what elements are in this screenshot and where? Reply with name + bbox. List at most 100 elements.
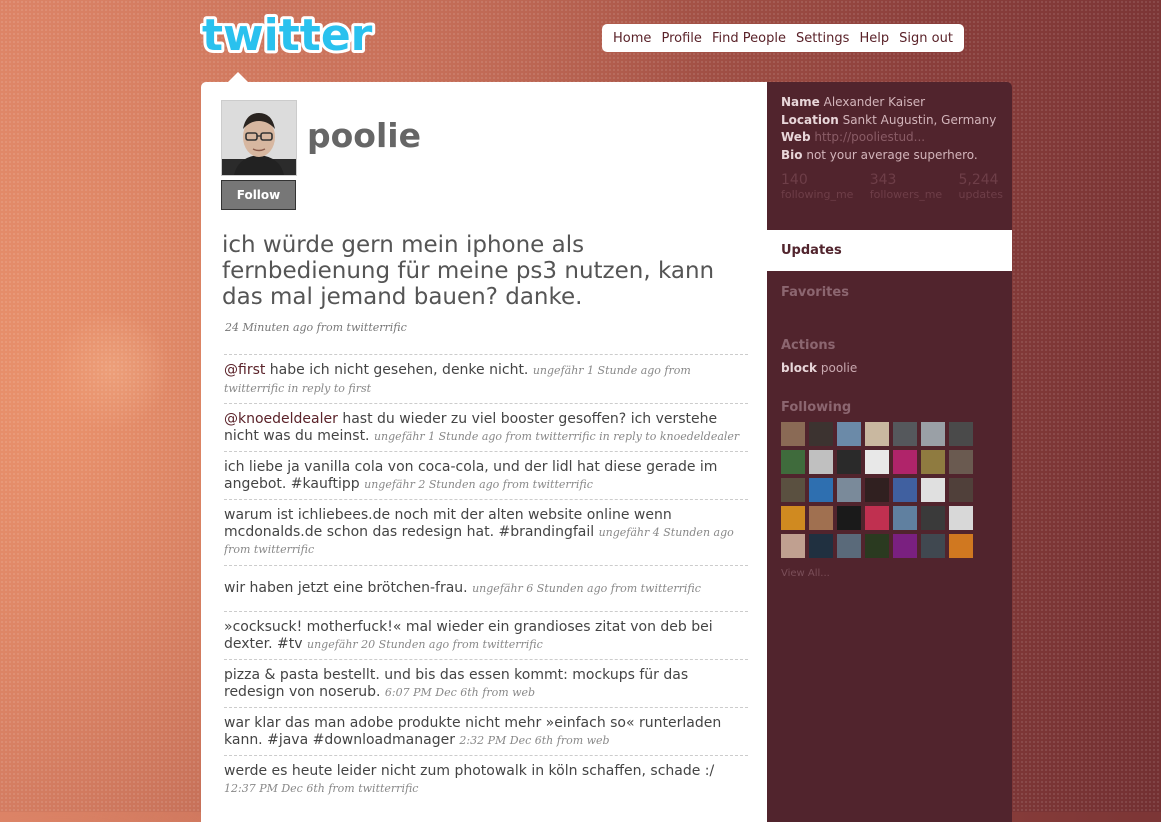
following-avatar[interactable] [865, 534, 889, 558]
mention-link[interactable]: @knoedeldealer [224, 411, 338, 427]
timeline-item: werde es heute leider nicht zum photowal… [224, 755, 748, 803]
following-avatar[interactable] [921, 478, 945, 502]
following-avatar[interactable] [809, 478, 833, 502]
following-avatar[interactable] [837, 534, 861, 558]
nav-profile-link[interactable]: Profile [662, 31, 702, 46]
following-avatar[interactable] [837, 506, 861, 530]
status-meta[interactable]: 12:37 PM Dec 6th from twitterrific [224, 782, 418, 795]
following-avatar[interactable] [893, 422, 917, 446]
timeline-item: war klar das man adobe produkte nicht me… [224, 707, 748, 755]
following-avatar[interactable] [893, 506, 917, 530]
nav-find-people-link[interactable]: Find People [712, 31, 786, 46]
timeline-item: »cocksuck! motherfuck!« mal wieder ein g… [224, 611, 748, 659]
following-avatar[interactable] [921, 506, 945, 530]
following-avatar[interactable] [921, 450, 945, 474]
avatar-portrait-icon [222, 101, 296, 175]
info-bio-label: Bio [781, 147, 803, 162]
following-avatar[interactable] [921, 422, 945, 446]
status-meta[interactable]: ungefähr 20 Stunden ago from twitterrifi… [307, 638, 543, 651]
following-avatar[interactable] [921, 534, 945, 558]
following-avatar[interactable] [809, 450, 833, 474]
info-location-label: Location [781, 112, 839, 127]
following-heading: Following [781, 400, 852, 415]
nav-help-link[interactable]: Help [859, 31, 889, 46]
timeline-item: pizza & pasta bestellt. und bis das esse… [224, 659, 748, 707]
info-location-row: Location Sankt Augustin, Germany [781, 112, 1003, 130]
timeline-item: @knoedeldealer hast du wieder zu viel bo… [224, 403, 748, 451]
profile-stats: 140 following_me 343 followers_me 5,244 upd… [781, 172, 1003, 201]
following-avatar[interactable] [949, 506, 973, 530]
top-navigation: Home Profile Find People Settings Help S… [602, 24, 964, 52]
status-text: wir haben jetzt eine brötchen-frau. [224, 579, 468, 596]
nav-settings-link[interactable]: Settings [796, 31, 849, 46]
nav-home-link[interactable]: Home [613, 31, 651, 46]
stat-following-label: following_me [781, 188, 854, 201]
profile-avatar[interactable] [221, 100, 297, 176]
tab-updates[interactable]: Updates [767, 230, 1012, 271]
following-avatar[interactable] [809, 422, 833, 446]
status-text: habe ich nicht gesehen, denke nicht. [265, 362, 529, 378]
stat-updates[interactable]: 5,244 updates [958, 172, 1003, 201]
profile-username: poolie [307, 116, 421, 155]
mention-link[interactable]: @first [224, 362, 265, 378]
following-avatar[interactable] [781, 450, 805, 474]
view-all-link[interactable]: View All... [781, 568, 830, 579]
nav-sign-out-link[interactable]: Sign out [899, 31, 953, 46]
following-avatar[interactable] [949, 534, 973, 558]
following-avatar[interactable] [949, 478, 973, 502]
following-avatar[interactable] [865, 506, 889, 530]
following-avatar[interactable] [837, 450, 861, 474]
following-avatar[interactable] [781, 534, 805, 558]
following-avatar[interactable] [893, 534, 917, 558]
block-username: poolie [820, 361, 858, 375]
stat-followers-count: 343 [869, 172, 897, 188]
following-avatar[interactable] [809, 506, 833, 530]
follow-button[interactable]: Follow [221, 180, 296, 210]
following-avatar[interactable] [837, 422, 861, 446]
following-avatar[interactable] [781, 478, 805, 502]
stat-following[interactable]: 140 following_me [781, 172, 853, 201]
following-avatar[interactable] [893, 478, 917, 502]
status-meta[interactable]: 6:07 PM Dec 6th from web [385, 686, 535, 699]
status-meta[interactable]: 2:32 PM Dec 6th from web [459, 734, 609, 747]
latest-status-meta[interactable]: 24 Minuten ago from twitterrific [225, 321, 407, 334]
stat-updates-count: 5,244 [958, 172, 999, 188]
following-avatar[interactable] [865, 450, 889, 474]
info-web-link[interactable]: http://pooliestud... [814, 130, 925, 144]
twitter-logo[interactable]: twitter twitter [200, 10, 380, 60]
tab-favorites[interactable]: Favorites [781, 285, 849, 300]
main-content: poolie Follow ich würde gern mein iphone… [201, 82, 767, 822]
following-avatar[interactable] [949, 422, 973, 446]
block-user-action[interactable]: block poolie [781, 361, 857, 375]
profile-sidebar: Name Alexander Kaiser Location Sankt Aug… [767, 82, 1012, 822]
timeline-item: @first habe ich nicht gesehen, denke nic… [224, 354, 748, 403]
stat-following-count: 140 [781, 172, 808, 188]
stat-updates-label: updates [958, 188, 1003, 201]
info-bio-value: not your average superhero. [806, 147, 978, 162]
info-name-value: Alexander Kaiser [823, 95, 926, 109]
following-avatar[interactable] [837, 478, 861, 502]
status-meta[interactable]: ungefähr 6 Stunden ago from twitterrific [472, 582, 701, 595]
following-avatar[interactable] [781, 422, 805, 446]
following-avatar[interactable] [781, 506, 805, 530]
following-avatar[interactable] [893, 450, 917, 474]
status-timeline: @first habe ich nicht gesehen, denke nic… [224, 354, 748, 803]
stat-followers[interactable]: 343 followers_me [870, 172, 942, 201]
status-text: werde es heute leider nicht zum photowal… [224, 763, 715, 779]
following-avatar[interactable] [865, 422, 889, 446]
following-avatar[interactable] [865, 478, 889, 502]
timeline-item: ich liebe ja vanilla cola von coca-cola,… [224, 451, 748, 499]
info-name-label: Name [781, 95, 820, 109]
following-avatar-grid [781, 422, 981, 558]
latest-status-text: ich würde gern mein iphone als fernbedie… [222, 232, 715, 310]
info-web-row: Web http://pooliestud... [781, 129, 1003, 147]
info-name-row: Name Alexander Kaiser [781, 94, 1003, 112]
following-avatar[interactable] [809, 534, 833, 558]
following-avatar[interactable] [949, 450, 973, 474]
timeline-item: warum ist ichliebees.de noch mit der alt… [224, 499, 748, 565]
info-web-label: Web [781, 130, 811, 144]
twitter-logo-text: twitter [202, 10, 373, 60]
status-meta[interactable]: ungefähr 2 Stunden ago from twitterrific [364, 478, 593, 491]
status-meta[interactable]: ungefähr 1 Stunde ago from twitterrific … [374, 430, 739, 443]
profile-info: Name Alexander Kaiser Location Sankt Aug… [781, 94, 1003, 164]
